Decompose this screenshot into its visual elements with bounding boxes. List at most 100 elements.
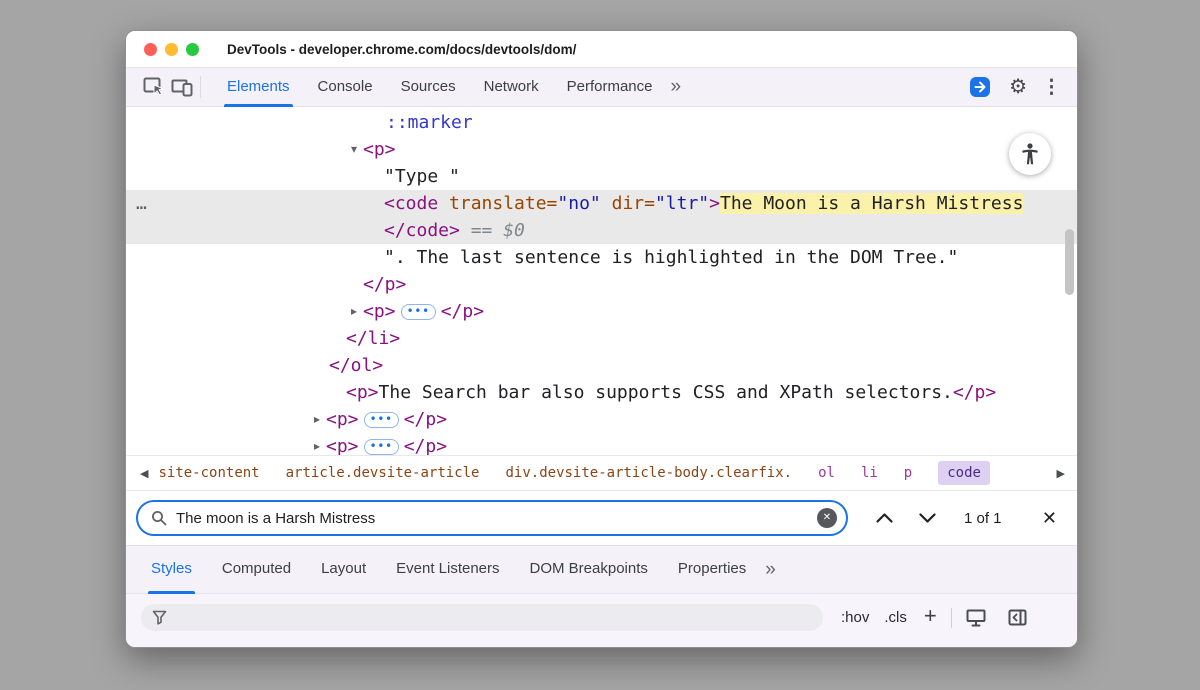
tab-event-listeners[interactable]: Event Listeners [381,546,514,594]
search-text-field[interactable] [176,510,808,527]
new-style-rule-icon[interactable]: + [924,605,937,627]
toolbar-divider [200,76,201,98]
window-title: DevTools - developer.chrome.com/docs/dev… [227,42,576,57]
dom-node-text: </p> [404,409,447,430]
tab-properties[interactable]: Properties [663,546,761,594]
tab-layout[interactable]: Layout [306,546,381,594]
dom-node-text: "Type " [384,166,460,187]
dom-tree-row[interactable]: …<code translate="no" dir="ltr">The Moon… [126,190,1077,217]
dom-tree-row[interactable]: ". The last sentence is highlighted in t… [126,244,1077,271]
dom-node-text: ::marker [386,112,473,133]
dom-tree-row[interactable]: </ol> [126,352,1077,379]
square-arrow-icon[interactable] [966,73,994,101]
tab-sources[interactable]: Sources [387,68,470,107]
breadcrumb-item-p[interactable]: p [904,465,912,481]
search-icon [151,510,167,526]
dom-node-text: <code [384,193,438,214]
dom-tree-row[interactable]: ▸<p> ••• </p> [126,406,1077,433]
dom-node-text: "no" [557,193,600,214]
dom-node-text: == $0 [460,220,525,241]
sidebar-tabs: StylesComputedLayoutEvent ListenersDOM B… [136,546,761,594]
dom-node-text: </p> [441,301,484,322]
styles-toolbar: :hov .cls + [126,593,1077,647]
more-panels-icon[interactable]: » [671,76,681,98]
breadcrumb-item-ol[interactable]: ol [818,465,835,481]
inline-expand-button[interactable]: ••• [364,412,399,428]
dom-tree-row[interactable]: ▸<p> ••• </p> [126,298,1077,325]
tab-elements[interactable]: Elements [213,68,304,107]
styles-toolbar-divider [951,608,952,628]
dom-node-text: <p> [346,382,379,403]
window-titlebar: DevTools - developer.chrome.com/docs/dev… [126,31,1077,68]
tab-performance[interactable]: Performance [553,68,667,107]
kebab-menu-icon[interactable]: ⋮ [1042,76,1061,99]
clear-search-icon[interactable]: ✕ [817,508,837,528]
breadcrumb-scroll-right-icon[interactable]: ▶ [1057,467,1065,480]
sidebar-tabs-bar: StylesComputedLayoutEvent ListenersDOM B… [126,545,1077,593]
collapse-arrow-icon[interactable]: ▾ [347,136,361,163]
row-options-icon[interactable]: … [136,190,148,217]
dom-node-text: > [709,193,720,214]
next-match-icon[interactable] [919,513,936,523]
dom-tree-row[interactable]: </p> [126,271,1077,298]
dom-tree-row[interactable]: </code> == $0 [126,217,1077,244]
vertical-scrollbar[interactable] [1065,229,1074,295]
dom-node-text: <p> [326,436,359,455]
panel-tabs: ElementsConsoleSourcesNetworkPerformance [213,68,667,107]
toggle-sidebar-icon[interactable] [1008,609,1027,626]
settings-gear-icon[interactable]: ⚙ [1009,77,1027,97]
filter-funnel-icon [152,610,167,625]
tab-dom-breakpoints[interactable]: DOM Breakpoints [515,546,663,594]
inline-expand-button[interactable]: ••• [401,304,436,320]
dom-node-text: <p> [363,301,396,322]
devtools-toolbar: ElementsConsoleSourcesNetworkPerformance… [126,68,1077,107]
dom-node-text: </p> [404,436,447,455]
close-search-icon[interactable]: ✕ [1042,509,1057,527]
element-classes-button[interactable]: .cls [884,609,907,626]
dom-node-text: </p> [953,382,996,403]
breadcrumb-item-div-devsite-article-body-clearfix[interactable]: div.devsite-article-body.clearfix. [506,465,793,481]
inspect-element-icon[interactable] [140,73,168,101]
dom-tree-row[interactable]: </li> [126,325,1077,352]
search-input[interactable]: ✕ [136,500,848,536]
expand-arrow-icon[interactable]: ▸ [310,433,324,455]
dom-node-text: The Moon is a Harsh Mistress [720,193,1023,214]
breadcrumb-item-site-content[interactable]: site-content [158,465,259,481]
tab-console[interactable]: Console [304,68,387,107]
zoom-window-button[interactable] [186,43,199,56]
expand-arrow-icon[interactable]: ▸ [310,406,324,433]
expand-arrow-icon[interactable]: ▸ [347,298,361,325]
minimize-window-button[interactable] [165,43,178,56]
dom-tree-row[interactable]: <p>The Search bar also supports CSS and … [126,379,1077,406]
dom-tree-row[interactable]: ▾<p> [126,136,1077,163]
dom-node-text: The Search bar also supports CSS and XPa… [379,382,953,403]
search-bar: ✕ 1 of 1 ✕ [126,490,1077,545]
previous-match-icon[interactable] [876,513,893,523]
tab-network[interactable]: Network [470,68,553,107]
dom-node-text: </li> [346,328,400,349]
dom-node-text: </ol> [329,355,383,376]
styles-filter-input[interactable] [141,604,823,631]
inline-expand-button[interactable]: ••• [364,439,399,455]
breadcrumb-item-article-devsite-article[interactable]: article.devsite-article [286,465,480,481]
accessibility-person-icon[interactable] [1009,133,1051,175]
dom-tree-row[interactable]: "Type " [126,163,1077,190]
dom-node-text: "ltr" [655,193,709,214]
rendering-emulations-icon[interactable] [966,609,986,627]
dom-node-text: ". The last sentence is highlighted in t… [384,247,958,268]
tab-styles[interactable]: Styles [136,546,207,594]
breadcrumb-bar: ◀ site-content article.devsite-article div… [126,455,1077,490]
more-sidebar-tabs-icon[interactable]: » [765,559,775,581]
breadcrumb-item-code[interactable]: code [938,461,990,485]
close-window-button[interactable] [144,43,157,56]
dom-tree-row[interactable]: ::marker [126,109,1077,136]
devtools-window: DevTools - developer.chrome.com/docs/dev… [125,30,1078,648]
dom-tree-row[interactable]: ▸<p> ••• </p> [126,433,1077,455]
device-toolbar-icon[interactable] [168,73,196,101]
dom-node-text: <p> [326,409,359,430]
breadcrumb-item-li[interactable]: li [861,465,878,481]
dom-tree: ::marker▾<p>"Type "…<code translate="no"… [126,109,1077,455]
toggle-element-state-button[interactable]: :hov [841,609,869,626]
breadcrumb-scroll-left-icon[interactable]: ◀ [140,467,148,480]
tab-computed[interactable]: Computed [207,546,306,594]
